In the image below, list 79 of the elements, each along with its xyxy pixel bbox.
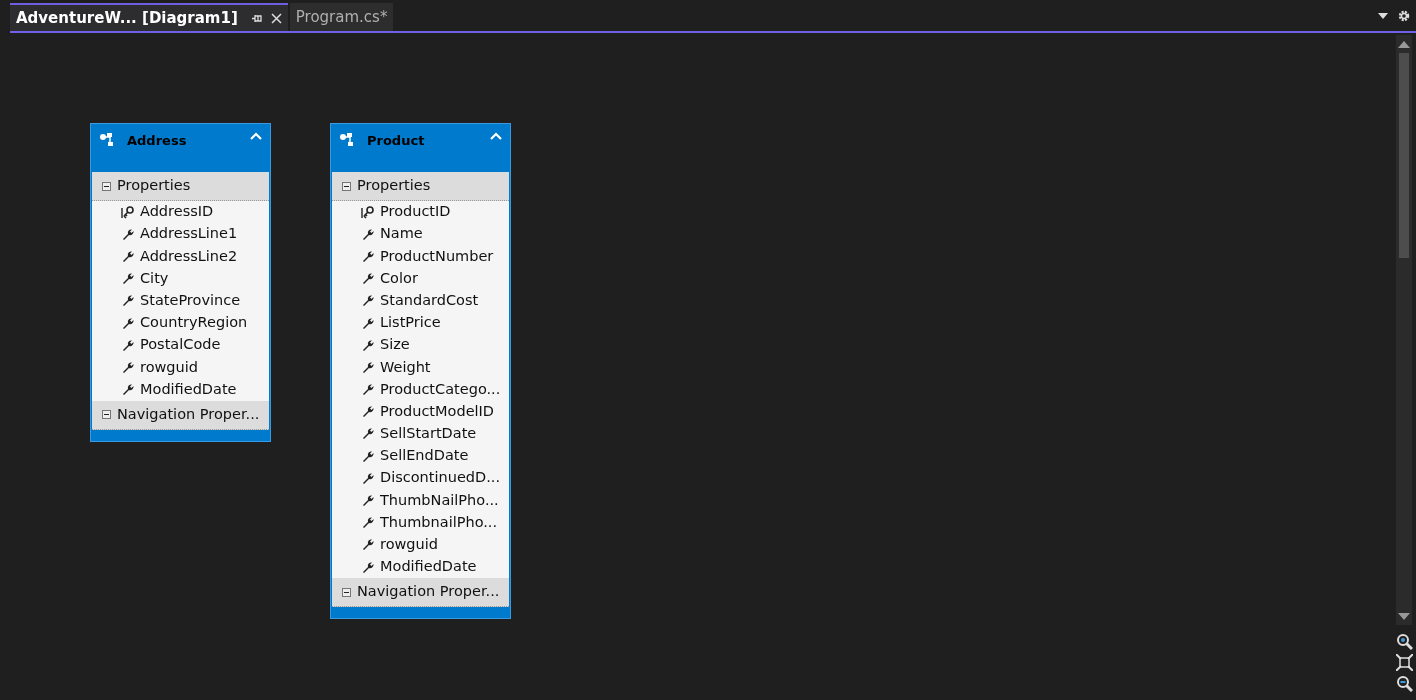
property-row[interactable]: DiscontinuedD... bbox=[332, 467, 509, 490]
section-header[interactable]: Navigation Proper... bbox=[92, 400, 269, 430]
wrench-icon bbox=[361, 427, 375, 441]
wrench-icon bbox=[361, 316, 375, 330]
collapse-icon[interactable] bbox=[250, 132, 262, 140]
wrench-icon bbox=[361, 227, 375, 241]
section-header[interactable]: Navigation Proper... bbox=[332, 578, 509, 608]
wrench-icon bbox=[361, 294, 375, 308]
dropdown-icon[interactable] bbox=[1378, 13, 1388, 19]
property-row[interactable]: ProductID bbox=[332, 201, 509, 224]
property-row[interactable]: ProductNumber bbox=[332, 245, 509, 268]
wrench-icon bbox=[121, 272, 135, 286]
wrench-icon bbox=[361, 249, 375, 263]
wrench-icon bbox=[121, 316, 135, 330]
wrench-icon bbox=[361, 494, 375, 508]
property-row[interactable]: CountryRegion bbox=[92, 311, 269, 335]
wrench-icon bbox=[121, 249, 135, 263]
wrench-icon bbox=[361, 449, 375, 463]
property-row[interactable]: rowguid bbox=[92, 356, 269, 379]
wrench-icon bbox=[361, 560, 375, 574]
property-row[interactable]: SellStartDate bbox=[332, 422, 509, 446]
wrench-icon bbox=[361, 272, 375, 286]
wrench-icon bbox=[361, 516, 375, 530]
wrench-icon bbox=[361, 538, 375, 552]
wrench-icon bbox=[121, 227, 135, 241]
wrench-icon bbox=[121, 360, 135, 374]
wrench-icon bbox=[361, 360, 375, 374]
zoom-in-icon[interactable] bbox=[1396, 633, 1413, 650]
property-row[interactable]: ThumbnailPho... bbox=[332, 511, 509, 534]
minus-icon[interactable] bbox=[342, 587, 351, 597]
wrench-icon bbox=[361, 405, 375, 419]
minus-icon[interactable] bbox=[102, 410, 111, 420]
entity-box[interactable] bbox=[330, 123, 511, 620]
wrench-icon bbox=[121, 383, 135, 397]
property-row[interactable]: StateProvince bbox=[92, 289, 269, 312]
zoom-out-icon[interactable] bbox=[1396, 675, 1413, 692]
property-row[interactable]: ModifiedDate bbox=[92, 378, 269, 401]
tab[interactable]: Program.cs* bbox=[289, 3, 394, 31]
entity-box[interactable]: Address Properties AddressID AddressLine1 AddressLine2 City StateProvince CountryRegion PostalCode rowguid ModifiedDate Navigation Proper... bbox=[90, 123, 271, 442]
entity-title: Product bbox=[367, 132, 426, 150]
property-row[interactable]: ListPrice bbox=[332, 311, 509, 335]
wrench-icon bbox=[121, 338, 135, 352]
scroll-up-icon[interactable] bbox=[1398, 41, 1410, 48]
property-row[interactable]: PostalCode bbox=[92, 334, 269, 357]
property-row[interactable]: ProductModelID bbox=[332, 400, 509, 423]
wrench-icon bbox=[361, 471, 375, 485]
scroll-down-icon[interactable] bbox=[1398, 613, 1410, 620]
property-row[interactable]: Size bbox=[332, 334, 509, 357]
collapse-icon[interactable] bbox=[490, 132, 502, 140]
entity-title: Address bbox=[127, 132, 188, 150]
wrench-icon bbox=[361, 338, 375, 352]
settings-icon[interactable] bbox=[1398, 10, 1410, 22]
wrench-icon bbox=[121, 294, 135, 308]
property-row[interactable]: Weight bbox=[332, 356, 509, 379]
wrench-icon bbox=[361, 383, 375, 397]
section-header[interactable]: Properties bbox=[92, 172, 269, 201]
property-row[interactable]: StandardCost bbox=[332, 289, 509, 312]
close-icon[interactable] bbox=[270, 12, 282, 24]
property-row[interactable]: AddressLine1 bbox=[92, 223, 269, 246]
tab[interactable]: AdventureW... [Diagram1] bbox=[10, 3, 288, 31]
scrollbar[interactable] bbox=[1396, 35, 1412, 625]
minus-icon[interactable] bbox=[342, 181, 351, 191]
key-icon bbox=[121, 205, 135, 219]
section-header[interactable]: Properties bbox=[332, 172, 509, 201]
pin-icon[interactable] bbox=[251, 13, 263, 23]
property-row[interactable]: ThumbNailPho... bbox=[332, 489, 509, 512]
property-row[interactable]: Color bbox=[332, 267, 509, 290]
property-row[interactable]: Name bbox=[332, 223, 509, 246]
property-row[interactable]: City bbox=[92, 267, 269, 290]
scroll-thumb[interactable] bbox=[1399, 53, 1409, 258]
property-row[interactable]: AddressID bbox=[92, 201, 269, 224]
property-row[interactable]: rowguid bbox=[332, 533, 509, 556]
property-row[interactable]: ProductCatego... bbox=[332, 378, 509, 401]
fit-screen-icon[interactable] bbox=[1396, 654, 1413, 671]
key-icon bbox=[361, 205, 375, 219]
property-row[interactable]: ModifiedDate bbox=[332, 556, 509, 579]
property-row[interactable]: AddressLine2 bbox=[92, 245, 269, 268]
property-row[interactable]: SellEndDate bbox=[332, 445, 509, 468]
minus-icon[interactable] bbox=[102, 181, 111, 191]
